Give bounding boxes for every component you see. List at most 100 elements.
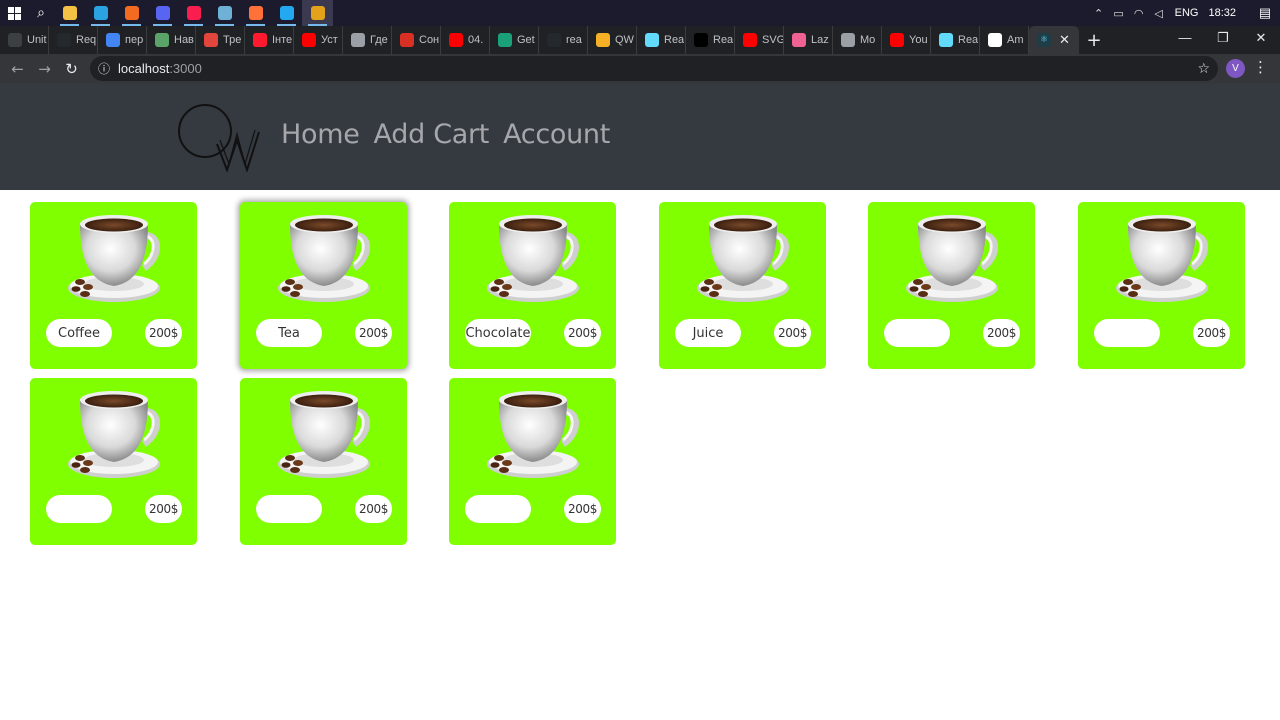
coffee-cup-image bbox=[68, 215, 160, 302]
product-card[interactable]: 200$ bbox=[449, 378, 616, 545]
browser-tab[interactable]: Rea bbox=[637, 26, 686, 54]
tab-label: Unit bbox=[27, 34, 47, 46]
browser-tab[interactable]: Уст bbox=[294, 26, 343, 54]
browser-tab[interactable]: Інте bbox=[245, 26, 294, 54]
product-card[interactable]: 200$ bbox=[30, 378, 197, 545]
product-name: Juice bbox=[675, 319, 741, 347]
browser-tab[interactable]: Am bbox=[980, 26, 1029, 54]
notes-icon[interactable] bbox=[209, 0, 240, 26]
chevron-up-icon[interactable]: ⌃ bbox=[1089, 7, 1109, 20]
tab-label: Req bbox=[76, 34, 97, 46]
address-bar[interactable]: ⓘ localhost:3000 ☆ bbox=[90, 56, 1218, 81]
vscode-icon[interactable] bbox=[271, 0, 302, 26]
close-window-icon[interactable]: ✕ bbox=[1242, 26, 1280, 52]
telegram-icon-glyph bbox=[93, 6, 108, 20]
product-card[interactable]: Juice 200$ bbox=[659, 202, 826, 369]
clock[interactable]: 18:32 bbox=[1208, 7, 1236, 19]
tab-label: Rea bbox=[664, 34, 685, 46]
media-player-icon[interactable] bbox=[116, 0, 147, 26]
product-name: Tea bbox=[256, 319, 322, 347]
nav-add-cart[interactable]: Add Cart bbox=[374, 119, 490, 150]
file-explorer-icon[interactable] bbox=[54, 0, 85, 26]
browser-toolbar: ← → ↻ ⓘ localhost:3000 ☆ V ⋮ bbox=[0, 54, 1280, 83]
info-icon[interactable]: ⓘ bbox=[90, 60, 118, 77]
back-icon[interactable]: ← bbox=[4, 54, 31, 83]
window-controls: — ❐ ✕ bbox=[1166, 26, 1280, 52]
media-player-icon-glyph bbox=[124, 6, 139, 20]
system-tray: ⌃ ▭ ◠ ◁ ENG 18:32 ▤ bbox=[1089, 0, 1280, 26]
product-price: 200$ bbox=[1193, 319, 1230, 347]
youtube-icon bbox=[302, 33, 316, 47]
product-card[interactable]: 200$ bbox=[240, 378, 407, 545]
browser-tab[interactable]: SVG bbox=[735, 26, 784, 54]
nav-home[interactable]: Home bbox=[281, 119, 360, 150]
product-price: 200$ bbox=[355, 495, 392, 523]
menu-icon[interactable]: ⋮ bbox=[1253, 58, 1268, 76]
browser-tab[interactable]: Тре bbox=[196, 26, 245, 54]
bookmark-star-icon[interactable]: ☆ bbox=[1197, 61, 1210, 77]
app-icon bbox=[400, 33, 414, 47]
browser-tab[interactable]: Get bbox=[490, 26, 539, 54]
tab-label: Get bbox=[517, 34, 535, 46]
product-card[interactable]: 200$ bbox=[1078, 202, 1245, 369]
product-card[interactable]: Chocolate 200$ bbox=[449, 202, 616, 369]
notification-icon[interactable]: ▤ bbox=[1250, 5, 1280, 21]
reload-icon[interactable]: ↻ bbox=[58, 54, 85, 83]
product-name bbox=[46, 495, 112, 523]
vscode-icon-glyph bbox=[279, 6, 294, 20]
nav-account[interactable]: Account bbox=[503, 119, 610, 150]
product-price: 200$ bbox=[983, 319, 1020, 347]
browser-tab[interactable]: Laz bbox=[784, 26, 833, 54]
profile-avatar[interactable]: V bbox=[1226, 59, 1245, 78]
coffee-cup-image bbox=[68, 391, 160, 478]
qw-logo[interactable] bbox=[177, 100, 263, 172]
browser-tab[interactable]: Req bbox=[49, 26, 98, 54]
start-button[interactable] bbox=[0, 0, 28, 26]
wifi-icon[interactable]: ◠ bbox=[1129, 7, 1149, 20]
tab-label: Am bbox=[1007, 34, 1024, 46]
url-text[interactable]: localhost:3000 bbox=[118, 61, 202, 76]
telegram-icon[interactable] bbox=[85, 0, 116, 26]
tab-active[interactable]: ⚛ ✕ bbox=[1029, 26, 1079, 54]
tab-label: Где bbox=[370, 34, 388, 46]
browser-tab[interactable]: Rea bbox=[931, 26, 980, 54]
browser-tab[interactable]: rea bbox=[539, 26, 588, 54]
site-header: Home Add Cart Account bbox=[0, 83, 1280, 190]
product-price: 200$ bbox=[564, 319, 601, 347]
discord-icon[interactable] bbox=[147, 0, 178, 26]
close-icon[interactable]: ✕ bbox=[1059, 33, 1070, 48]
search-icon[interactable]: ⌕ bbox=[28, 0, 54, 26]
product-name bbox=[256, 495, 322, 523]
new-tab-button[interactable]: + bbox=[1079, 26, 1109, 54]
browser-tab[interactable]: Rea bbox=[686, 26, 735, 54]
minimize-icon[interactable]: — bbox=[1166, 26, 1204, 52]
browser-tab[interactable]: Сон bbox=[392, 26, 441, 54]
opera-gx-icon[interactable] bbox=[178, 0, 209, 26]
browser-tab[interactable]: Нав bbox=[147, 26, 196, 54]
browser-tab[interactable]: пер bbox=[98, 26, 147, 54]
language-indicator[interactable]: ENG bbox=[1175, 7, 1199, 19]
tab-label: Нав bbox=[174, 34, 194, 46]
battery-icon[interactable]: ▭ bbox=[1109, 7, 1129, 20]
chrome-icon-glyph bbox=[310, 6, 325, 20]
tab-label: SVG bbox=[762, 34, 783, 46]
volume-icon[interactable]: ◁ bbox=[1149, 7, 1169, 20]
browser-tab[interactable]: 04. bbox=[441, 26, 490, 54]
chrome-icon[interactable] bbox=[302, 0, 333, 26]
firefox-icon[interactable] bbox=[240, 0, 271, 26]
restore-icon[interactable]: ❐ bbox=[1204, 26, 1242, 52]
browser-tab[interactable]: You bbox=[882, 26, 931, 54]
product-card[interactable]: Tea 200$ bbox=[240, 202, 407, 369]
browser-tab[interactable]: Где bbox=[343, 26, 392, 54]
discord-icon-glyph bbox=[155, 6, 170, 20]
main-nav: Home Add Cart Account bbox=[281, 119, 610, 150]
forward-icon[interactable]: → bbox=[31, 54, 58, 83]
browser-tab[interactable]: QW bbox=[588, 26, 637, 54]
browser-tab[interactable]: Unit bbox=[0, 26, 49, 54]
react-icon bbox=[645, 33, 659, 47]
product-card[interactable]: Coffee 200$ bbox=[30, 202, 197, 369]
product-card[interactable]: 200$ bbox=[868, 202, 1035, 369]
product-price: 200$ bbox=[774, 319, 811, 347]
file-explorer-icon-glyph bbox=[62, 6, 77, 20]
browser-tab[interactable]: Mo bbox=[833, 26, 882, 54]
